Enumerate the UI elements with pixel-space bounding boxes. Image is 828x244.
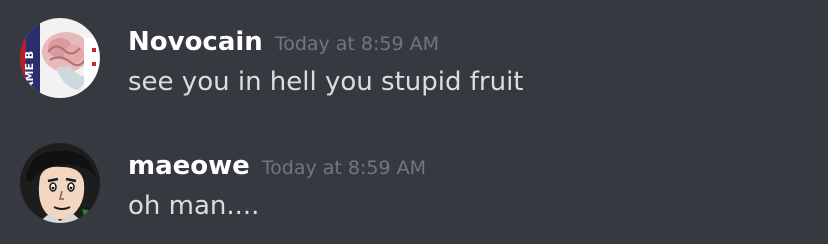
username[interactable]: Novocain xyxy=(128,27,263,57)
message-group: maeowe Today at 8:59 AM oh man.... xyxy=(0,126,828,226)
username[interactable]: maeowe xyxy=(128,151,250,181)
brain-game-cover-avatar[interactable]: AME B xyxy=(20,18,100,98)
timestamp[interactable]: Today at 8:59 AM xyxy=(275,33,439,55)
message-group: AME B Novocain Today at 8:59 AM see you i… xyxy=(0,0,828,100)
chat-log: AME B Novocain Today at 8:59 AM see you i… xyxy=(0,0,828,244)
message-header: Novocain Today at 8:59 AM xyxy=(128,22,439,62)
svg-text:AME B: AME B xyxy=(23,51,36,90)
cartoon-face-avatar[interactable] xyxy=(20,143,100,223)
timestamp[interactable]: Today at 8:59 AM xyxy=(262,157,426,179)
message-header: maeowe Today at 8:59 AM xyxy=(128,146,426,186)
message-text: oh man.... xyxy=(128,191,260,221)
message-text: see you in hell you stupid fruit xyxy=(128,67,524,97)
